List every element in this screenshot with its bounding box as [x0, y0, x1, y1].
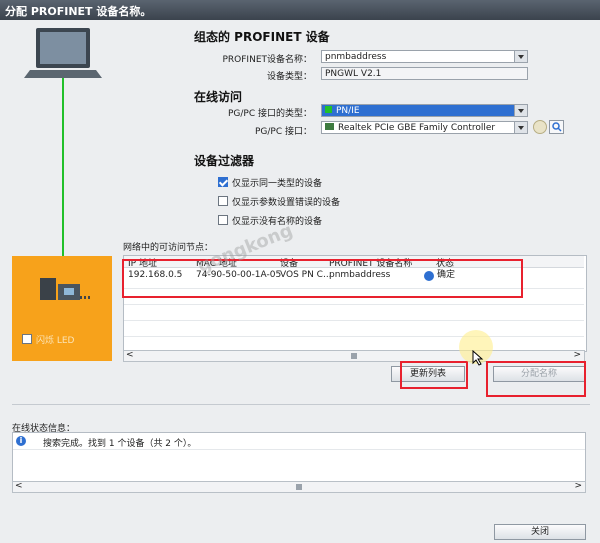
scroll-right-icon[interactable]: > — [573, 350, 581, 360]
chevron-down-icon[interactable] — [514, 105, 527, 116]
configured-heading: 组态的 PROFINET 设备 — [194, 30, 330, 44]
mouse-cursor-icon — [472, 350, 484, 366]
status-log: i 搜索完成。找到 1 个设备（共 2 个）。 — [12, 432, 586, 482]
title-bar: 分配 PROFINET 设备名称。 — [0, 0, 600, 20]
device-name-value: pnmbaddress — [325, 52, 387, 62]
diagnostics-search-icon[interactable] — [549, 120, 564, 134]
flash-led-label: 闪烁 LED — [36, 336, 75, 346]
nodes-caption: 网络中的可访问节点： — [123, 243, 214, 253]
info-icon: i — [16, 436, 26, 446]
no-name-checkbox[interactable] — [218, 215, 228, 225]
close-button[interactable]: 关闭 — [494, 524, 586, 540]
device-name-field[interactable]: pnmbaddress — [321, 50, 528, 63]
divider — [12, 404, 590, 405]
scroll-thumb[interactable] — [296, 484, 302, 490]
status-hscrollbar[interactable]: < > — [12, 481, 586, 493]
highlight-assign-box — [486, 361, 586, 397]
iface-label: PG/PC 接口： — [254, 127, 312, 137]
scroll-right-icon[interactable]: > — [574, 481, 582, 491]
iface-select[interactable]: Realtek PCIe GBE Family Controller — [321, 121, 528, 134]
window-title: 分配 PROFINET 设备名称。 — [5, 5, 152, 18]
iface-value: Realtek PCIe GBE Family Controller — [338, 123, 496, 133]
filter-heading: 设备过滤器 — [194, 154, 255, 168]
highlight-refresh-box — [400, 361, 468, 389]
scroll-left-icon[interactable]: < — [15, 481, 23, 491]
flash-led-checkbox[interactable] — [22, 334, 32, 344]
iface-type-value: PN/IE — [336, 106, 360, 116]
same-type-label: 仅显示同一类型的设备 — [232, 179, 323, 189]
iface-type-select[interactable]: PN/IE — [321, 104, 528, 117]
chevron-down-icon[interactable] — [514, 51, 527, 62]
online-heading: 在线访问 — [194, 90, 243, 104]
network-icon — [325, 106, 332, 113]
nic-icon — [325, 123, 334, 130]
wrong-params-label: 仅显示参数设置错误的设备 — [232, 198, 341, 208]
device-panel[interactable]: 闪烁 LED — [12, 256, 112, 361]
device-type-label: 设备类型： — [266, 72, 312, 82]
iface-type-label: PG/PC 接口的类型： — [227, 109, 312, 119]
highlight-row-box — [122, 259, 523, 298]
settings-gear-icon[interactable] — [533, 120, 547, 134]
pc-icon — [24, 28, 102, 78]
scroll-thumb[interactable] — [351, 353, 357, 359]
device-name-label: PROFINET设备名称： — [222, 55, 312, 65]
chevron-down-icon[interactable] — [514, 122, 527, 133]
wrong-params-checkbox[interactable] — [218, 196, 228, 206]
device-type-field: PNGWL V2.1 — [321, 67, 528, 80]
status-message: 搜索完成。找到 1 个设备（共 2 个）。 — [43, 439, 197, 449]
scroll-left-icon[interactable]: < — [126, 350, 134, 360]
same-type-checkbox[interactable] — [218, 177, 228, 187]
